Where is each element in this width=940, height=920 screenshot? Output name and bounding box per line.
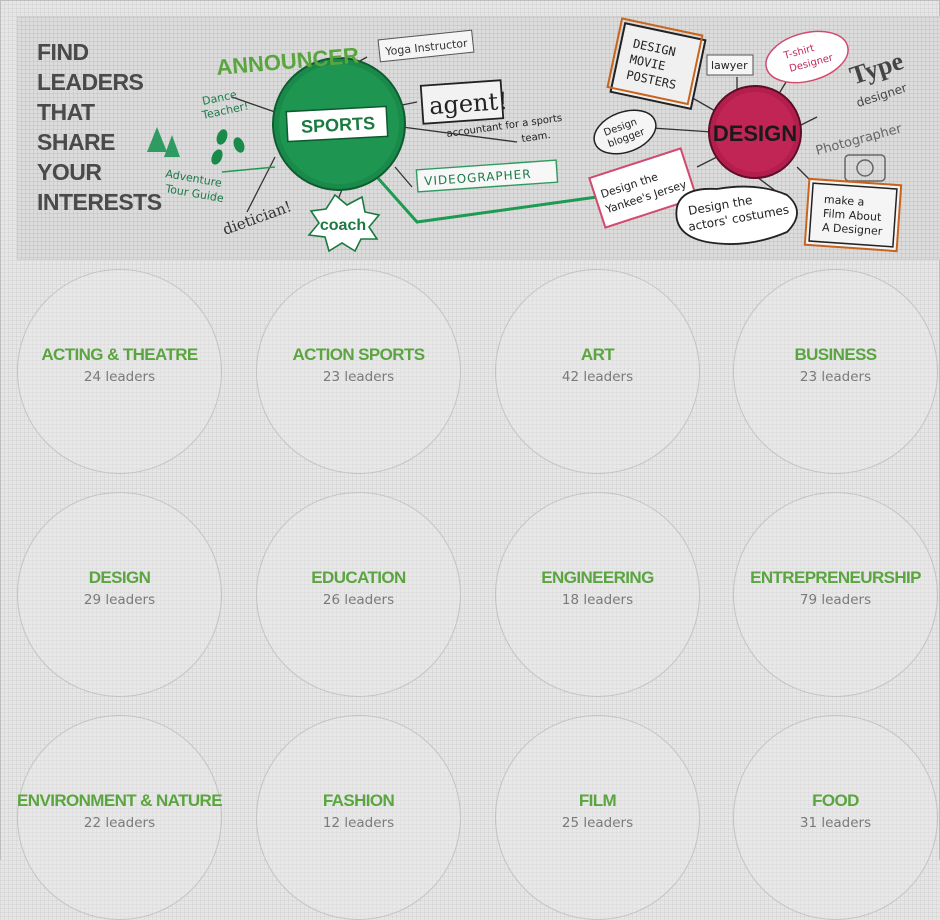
category-leader-count: 23 leaders [799, 368, 872, 385]
category-education[interactable]: EDUCATION 26 leaders [256, 492, 461, 697]
tree-icon [147, 127, 180, 157]
sports-label: SPORTS [301, 113, 376, 137]
category-title: ACTION SPORTS [292, 344, 426, 364]
category-title: DESIGN [88, 567, 151, 587]
category-leader-count: 25 leaders [561, 814, 634, 831]
lawyer-doodle: lawyer [711, 59, 748, 72]
category-title: ENTREPRENEURSHIP [750, 567, 921, 587]
footprints-icon [211, 129, 245, 165]
dietician-doodle: dietician! [220, 197, 294, 239]
category-leader-count: 24 leaders [83, 368, 156, 385]
category-title: ACTING & THEATRE [41, 344, 198, 364]
photographer-doodle: Photographer [814, 121, 904, 159]
category-title: FOOD [812, 790, 859, 810]
category-leader-count: 42 leaders [561, 368, 634, 385]
category-title: FASHION [322, 790, 395, 810]
category-leader-count: 23 leaders [322, 368, 395, 385]
category-title: ENVIRONMENT & NATURE [17, 790, 223, 810]
category-film[interactable]: FILM 25 leaders [495, 715, 700, 920]
category-leader-count: 79 leaders [799, 591, 872, 608]
category-fashion[interactable]: FASHION 12 leaders [256, 715, 461, 920]
category-art[interactable]: ART 42 leaders [495, 269, 700, 474]
category-title: ENGINEERING [541, 567, 654, 587]
blogger-bubble [593, 109, 657, 155]
career-mindmap-illustration: SPORTS ANNOUNCER Yoga Instructor agent! … [147, 17, 909, 253]
category-leader-count: 29 leaders [83, 591, 156, 608]
category-leader-count: 18 leaders [561, 591, 634, 608]
coach-doodle: coach [320, 217, 366, 234]
category-food[interactable]: FOOD 31 leaders [733, 715, 938, 920]
category-leader-count: 12 leaders [322, 814, 395, 831]
category-title: FILM [578, 790, 617, 810]
camera-icon [844, 154, 886, 182]
category-title: BUSINESS [794, 344, 877, 364]
category-leader-count: 22 leaders [83, 814, 156, 831]
category-environment-nature[interactable]: ENVIRONMENT & NATURE 22 leaders [17, 715, 223, 920]
interest-categories-grid: ACTING & THEATRE 24 leaders ACTION SPORT… [17, 269, 940, 920]
agent-doodle: agent! [428, 87, 508, 120]
category-leader-count: 26 leaders [322, 591, 395, 608]
category-engineering[interactable]: ENGINEERING 18 leaders [495, 492, 700, 697]
category-action-sports[interactable]: ACTION SPORTS 23 leaders [256, 269, 461, 474]
category-entrepreneurship[interactable]: ENTREPRENEURSHIP 79 leaders [733, 492, 938, 697]
hero-banner: FIND LEADERS THAT SHARE YOUR INTERESTS S… [17, 16, 940, 260]
category-business[interactable]: BUSINESS 23 leaders [733, 269, 938, 474]
accountant-doodle-2: team. [521, 130, 551, 145]
tshirt-bubble [765, 30, 849, 84]
category-title: ART [580, 344, 615, 364]
category-acting-theatre[interactable]: ACTING & THEATRE 24 leaders [17, 269, 222, 474]
design-label: DESIGN [713, 121, 797, 146]
category-design[interactable]: DESIGN 29 leaders [17, 492, 222, 697]
category-title: EDUCATION [311, 567, 406, 587]
category-leader-count: 31 leaders [799, 814, 872, 831]
